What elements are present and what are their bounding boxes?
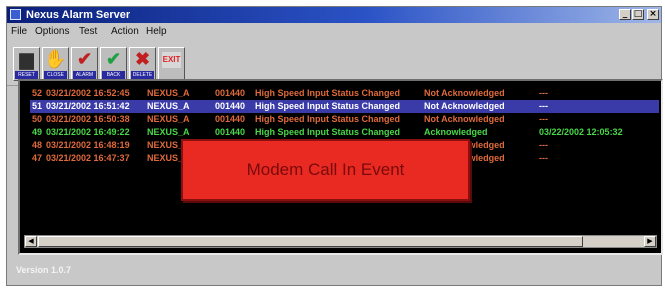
alarm-num: 52	[32, 88, 43, 98]
alarm-num: 49	[32, 127, 43, 137]
alarm-code: 001440	[215, 127, 246, 137]
scroll-thumb[interactable]	[38, 236, 583, 247]
check-icon: ✔	[105, 49, 122, 69]
alarm-button-label: ALARM	[73, 71, 96, 79]
app-icon	[10, 9, 21, 20]
alarm-ack: Not Acknowledged	[424, 88, 505, 98]
alarm-num: 47	[32, 153, 43, 163]
alarm-row[interactable]: 50 03/21/2002 16:50:38 NEXUS_A 001440 High S…	[30, 113, 659, 126]
menu-action[interactable]: Action	[111, 26, 139, 37]
alarm-row[interactable]: 51 03/21/2002 16:51:42 NEXUS_A 001440 High S…	[30, 100, 659, 113]
alarm-ack: Acknowledged	[424, 127, 488, 137]
close-event-button[interactable]: ✋ CLOSE	[42, 47, 69, 81]
reset-button-label: RESET	[15, 71, 38, 79]
window-title: Nexus Alarm Server	[26, 9, 131, 21]
menu-bar: File Options Test Action Help	[7, 24, 661, 40]
alarm-message: High Speed Input Status Changed	[255, 127, 401, 137]
menu-options[interactable]: Options	[35, 26, 69, 37]
alarm-node: NEXUS_A	[147, 114, 190, 124]
alarm-message: High Speed Input Status Changed	[255, 114, 401, 124]
alarm-ack-time: ---	[539, 88, 548, 98]
back-button[interactable]: ✔ BACK	[100, 47, 127, 81]
alarm-code: 001440	[215, 114, 246, 124]
alarm-node: NEXUS_A	[147, 88, 190, 98]
alarm-ack-time: ---	[539, 153, 548, 163]
alarm-ack-time: 03/22/2002 12:05:32	[539, 127, 623, 137]
delete-button-label: DELETE	[131, 71, 154, 79]
alarm-row[interactable]: 49 03/21/2002 16:49:22 NEXUS_A 001440 High S…	[30, 126, 659, 139]
exit-icon: EXIT	[162, 52, 181, 68]
exit-button[interactable]: EXIT	[158, 47, 185, 81]
alarm-code: 001440	[215, 101, 246, 111]
alarm-date: 03/21/2002 16:49:22	[46, 127, 130, 137]
alarm-date: 03/21/2002 16:52:45	[46, 88, 130, 98]
alarm-date: 03/21/2002 16:47:37	[46, 153, 130, 163]
back-button-label: BACK	[102, 71, 125, 79]
alarm-ack-time: ---	[539, 101, 548, 111]
maximize-button[interactable]: □	[632, 9, 644, 20]
delete-button[interactable]: ✖ DELETE	[129, 47, 156, 81]
menu-file[interactable]: File	[11, 26, 27, 37]
alarm-ack: Not Acknowledged	[424, 101, 505, 111]
hand-icon: ✋	[44, 49, 67, 69]
check-icon: ✔	[76, 49, 93, 69]
alarm-num: 48	[32, 140, 43, 150]
alarm-date: 03/21/2002 16:50:38	[46, 114, 130, 124]
alarm-num: 51	[32, 101, 43, 111]
alarm-node: NEXUS_A	[147, 101, 190, 111]
minimize-button[interactable]: _	[619, 9, 631, 20]
alarm-message: High Speed Input Status Changed	[255, 88, 401, 98]
menu-test[interactable]: Test	[79, 26, 97, 37]
alarm-date: 03/21/2002 16:51:42	[46, 101, 130, 111]
reset-button[interactable]: ▆ RESET	[13, 47, 40, 81]
x-icon: ✖	[134, 49, 151, 69]
modem-call-popup[interactable]: Modem Call In Event	[181, 139, 470, 201]
version-label: Version 1.0.7	[16, 265, 72, 275]
alarm-ack-time: ---	[539, 140, 548, 150]
alarm-node: NEXUS_A	[147, 127, 190, 137]
title-bar: Nexus Alarm Server _ □ ×	[7, 7, 661, 23]
menu-help[interactable]: Help	[146, 26, 167, 37]
alarm-code: 001440	[215, 88, 246, 98]
alarm-button[interactable]: ✔ ALARM	[71, 47, 98, 81]
scroll-right-arrow-icon[interactable]: ▶	[644, 236, 656, 247]
horizontal-scrollbar[interactable]: ◀ ▶	[24, 235, 657, 248]
alarm-ack: Not Acknowledged	[424, 114, 505, 124]
alarm-num: 50	[32, 114, 43, 124]
alarm-row[interactable]: 52 03/21/2002 16:52:45 NEXUS_A 001440 High S…	[30, 87, 659, 100]
close-event-button-label: CLOSE	[44, 71, 67, 79]
popup-message: Modem Call In Event	[246, 160, 405, 179]
alarm-message: High Speed Input Status Changed	[255, 101, 401, 111]
alarm-date: 03/21/2002 16:48:19	[46, 140, 130, 150]
alarm-ack-time: ---	[539, 114, 548, 124]
printer-icon: ▆	[19, 49, 34, 69]
scroll-left-arrow-icon[interactable]: ◀	[25, 236, 37, 247]
close-button[interactable]: ×	[647, 9, 659, 20]
